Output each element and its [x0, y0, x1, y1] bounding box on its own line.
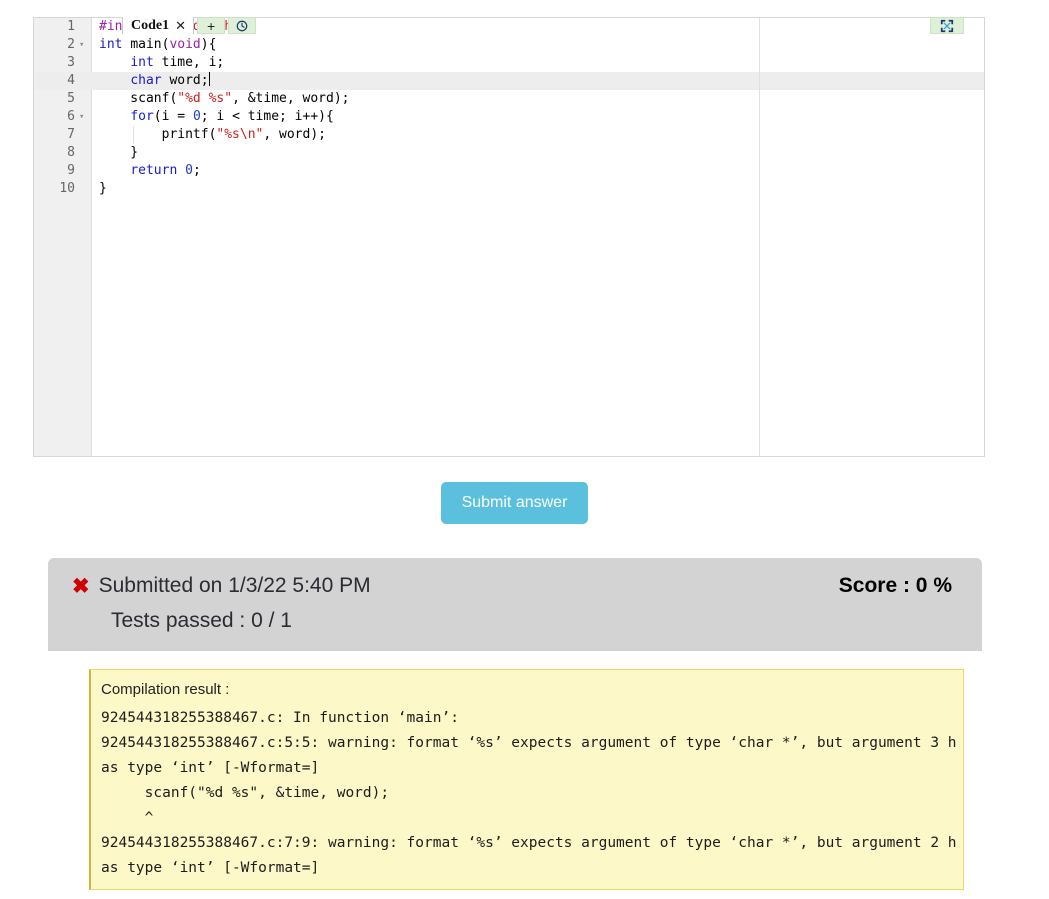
code-text: scanf("%d %s", &time, word);	[99, 91, 350, 106]
line-number: 3	[67, 55, 75, 70]
editor-surface[interactable]: 1#include <stdio.h>2▾int main(void){3 in…	[34, 18, 984, 456]
code-line[interactable]: 5 scanf("%d %s", &time, word);	[34, 90, 984, 108]
code-line[interactable]: 9 return 0;	[34, 162, 984, 180]
score-badge: Score : 0 %	[838, 574, 952, 597]
code-line[interactable]: 10}	[34, 180, 984, 198]
compilation-result-title: Compilation result :	[101, 681, 230, 698]
indent-guide	[133, 126, 134, 144]
line-number: 5	[67, 91, 75, 106]
text-cursor	[208, 72, 210, 86]
add-tab-button[interactable]: +	[197, 17, 226, 34]
result-header: ✖ Submitted on 1/3/22 5:40 PM Score : 0 …	[48, 558, 982, 651]
code-line[interactable]: 3 int time, i;	[34, 54, 984, 72]
line-number: 1	[67, 19, 75, 34]
close-icon[interactable]: ✕	[175, 19, 186, 32]
code-text: char word;	[130, 72, 210, 88]
line-number: 10	[59, 181, 75, 196]
compilation-result-box: Compilation result : 924544318255388467.…	[89, 669, 964, 890]
code-lines[interactable]: 1#include <stdio.h>2▾int main(void){3 in…	[34, 18, 984, 198]
code-text: }	[99, 145, 139, 160]
fail-icon: ✖	[72, 574, 90, 598]
fold-toggle-icon[interactable]: ▾	[79, 108, 89, 126]
code-text: for(i = 0; i < time; i++){	[130, 109, 334, 124]
tab-code1[interactable]: Code1 ✕	[122, 17, 195, 34]
tests-passed-text: Tests passed : 0 / 1	[111, 609, 292, 632]
clock-icon	[236, 20, 248, 31]
code-text: return 0;	[130, 163, 201, 178]
fullscreen-button[interactable]	[930, 17, 964, 34]
compilation-output-text: 924544318255388467.c: In function ‘main’…	[101, 710, 957, 876]
code-editor-panel: Code1 ✕ + 1#include <stdio.h>2▾int main	[33, 17, 985, 457]
submission-status-row: ✖ Submitted on 1/3/22 5:40 PM	[72, 574, 952, 598]
code-line[interactable]: 2 ▾ int main(void){	[34, 36, 984, 54]
code-line[interactable]: 4 char word;	[34, 72, 984, 90]
code-text: int time, i;	[130, 55, 225, 70]
line-number: 8	[67, 145, 75, 160]
submitted-timestamp: Submitted on 1/3/22 5:40 PM	[98, 574, 371, 597]
fullscreen-icon	[940, 19, 954, 32]
line-number: 2	[67, 37, 75, 52]
editor-tab-bar: Code1 ✕ +	[122, 17, 257, 34]
tab-label: Code1	[131, 17, 170, 33]
submission-result-panel: ✖ Submitted on 1/3/22 5:40 PM Score : 0 …	[48, 558, 982, 890]
code-text: }	[99, 181, 107, 196]
code-text: int main(void){	[99, 37, 217, 52]
line-number: 9	[67, 163, 75, 178]
code-line[interactable]: 6 ▾ for(i = 0; i < time; i++){	[34, 108, 984, 126]
line-number: 7	[67, 127, 75, 142]
plus-icon: +	[206, 17, 216, 34]
history-button[interactable]	[228, 17, 257, 34]
line-number: 6	[67, 109, 75, 124]
code-line[interactable]: 8 }	[34, 144, 984, 162]
line-number: 4	[67, 73, 75, 88]
submit-answer-button[interactable]: Submit answer	[441, 482, 588, 524]
code-line[interactable]: 7 printf("%s\n", word);	[34, 126, 984, 144]
fold-toggle-icon[interactable]: ▾	[79, 36, 89, 54]
result-body: Compilation result : 924544318255388467.…	[48, 651, 982, 890]
